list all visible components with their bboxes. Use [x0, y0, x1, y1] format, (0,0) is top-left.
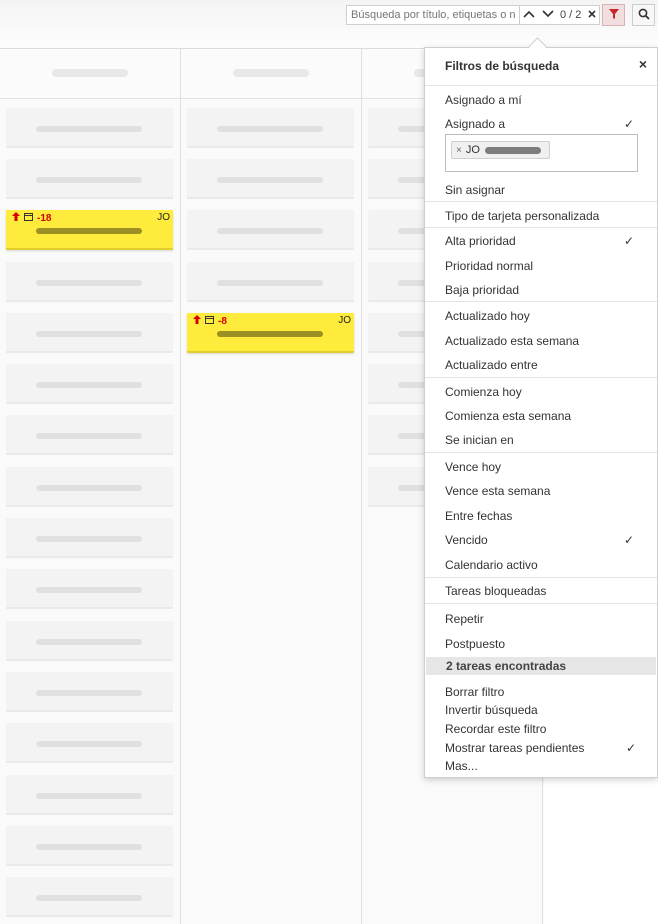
board-column: -8 JO: [181, 49, 362, 924]
filter-active-calendar[interactable]: Calendario activo: [445, 558, 538, 572]
filter-starts-today[interactable]: Comienza hoy: [445, 385, 522, 399]
filter-low-priority[interactable]: Baja prioridad: [445, 283, 519, 297]
checkmark-icon: ✓: [626, 741, 637, 755]
card-meta: -8: [193, 315, 227, 327]
divider: [425, 85, 657, 86]
task-card[interactable]: [6, 569, 173, 609]
checkmark-icon: ✓: [624, 533, 635, 547]
task-card[interactable]: [6, 415, 173, 455]
task-card[interactable]: [6, 723, 173, 763]
task-card[interactable]: [187, 108, 354, 148]
filter-starts-in[interactable]: Se inician en: [445, 433, 514, 447]
high-priority-arrow-icon: [12, 212, 20, 224]
filter-due-this-week[interactable]: Vence esta semana: [445, 484, 550, 498]
assignee-field[interactable]: × JO: [445, 134, 638, 172]
task-card[interactable]: [6, 159, 173, 199]
more-link[interactable]: Mas...: [445, 759, 478, 773]
filter-updated-between[interactable]: Actualizado entre: [445, 358, 538, 372]
checkmark-icon: ✓: [624, 234, 635, 248]
task-card-highlighted[interactable]: -18 JO: [6, 210, 173, 250]
days-overdue: -18: [37, 212, 52, 224]
column-header: [0, 49, 180, 99]
task-card[interactable]: [6, 621, 173, 661]
show-pending-tasks-toggle[interactable]: Mostrar tareas pendientes: [445, 741, 584, 755]
chip-initials: JO: [465, 144, 480, 156]
search-icon: [638, 8, 650, 23]
filter-high-priority[interactable]: Alta prioridad: [445, 234, 516, 248]
task-card[interactable]: [6, 775, 173, 815]
filter-repeat[interactable]: Repetir: [445, 612, 484, 626]
days-overdue: -8: [218, 315, 227, 327]
task-card[interactable]: [187, 210, 354, 250]
task-card[interactable]: [187, 159, 354, 199]
task-card[interactable]: [6, 262, 173, 302]
divider: [425, 577, 657, 578]
task-card-highlighted[interactable]: -8 JO: [187, 313, 354, 353]
task-card[interactable]: [6, 672, 173, 712]
filter-button[interactable]: [602, 4, 625, 26]
divider: [425, 452, 657, 453]
filter-custom-card-type[interactable]: Tipo de tarjeta personalizada: [445, 209, 599, 223]
checkmark-icon: ✓: [624, 117, 635, 131]
divider: [425, 301, 657, 302]
filter-starts-this-week[interactable]: Comienza esta semana: [445, 409, 571, 423]
task-card[interactable]: [6, 364, 173, 404]
calendar-icon: [24, 212, 33, 224]
remove-chip-icon[interactable]: ×: [456, 145, 462, 156]
found-tasks-count: 2 tareas encontradas: [426, 657, 656, 675]
filter-between-dates[interactable]: Entre fechas: [445, 509, 512, 523]
filter-unassigned[interactable]: Sin asignar: [445, 183, 505, 197]
panel-title: Filtros de búsqueda: [445, 59, 560, 73]
match-count: 0 / 2: [559, 9, 582, 21]
close-icon[interactable]: ×: [639, 56, 647, 72]
divider: [425, 201, 657, 202]
filter-updated-today[interactable]: Actualizado hoy: [445, 309, 530, 323]
high-priority-arrow-icon: [193, 315, 201, 327]
task-card[interactable]: [6, 826, 173, 866]
divider: [425, 377, 657, 378]
assignee-chip: × JO: [451, 141, 550, 159]
clear-filter-link[interactable]: Borrar filtro: [445, 685, 504, 699]
search-input[interactable]: [346, 5, 520, 25]
avatar: JO: [338, 315, 351, 326]
divider: [425, 227, 657, 228]
filter-updated-this-week[interactable]: Actualizado esta semana: [445, 334, 579, 348]
task-card[interactable]: [6, 877, 173, 917]
task-card[interactable]: [6, 108, 173, 148]
filter-assigned-to-me[interactable]: Asignado a mí: [445, 93, 522, 107]
card-meta: -18: [12, 212, 51, 224]
filter-normal-priority[interactable]: Prioridad normal: [445, 259, 533, 273]
task-card[interactable]: [6, 313, 173, 353]
task-card[interactable]: [6, 467, 173, 507]
remember-filter-link[interactable]: Recordar este filtro: [445, 722, 546, 736]
filter-assigned-to[interactable]: Asignado a: [445, 117, 505, 131]
calendar-icon: [205, 315, 214, 327]
column-header: [181, 49, 361, 99]
task-card[interactable]: [6, 518, 173, 558]
filter-blocked-tasks[interactable]: Tareas bloqueadas: [445, 584, 546, 598]
search-navigation: 0 / 2: [520, 5, 600, 25]
filter-overdue[interactable]: Vencido: [445, 533, 488, 547]
avatar: JO: [157, 212, 170, 223]
invert-search-link[interactable]: Invertir búsqueda: [445, 703, 538, 717]
close-icon[interactable]: [588, 9, 596, 21]
board-column: -18 JO: [0, 49, 181, 924]
chip-name-placeholder: [484, 146, 541, 154]
search-filters-panel: Filtros de búsqueda × Asignado a mí Asig…: [424, 47, 658, 778]
chevron-up-icon[interactable]: [523, 9, 535, 21]
filter-postponed[interactable]: Postpuesto: [445, 637, 505, 651]
filter-icon: [608, 8, 619, 22]
filter-due-today[interactable]: Vence hoy: [445, 460, 501, 474]
task-card[interactable]: [187, 262, 354, 302]
chevron-down-icon[interactable]: [542, 9, 554, 21]
divider: [425, 603, 657, 604]
search-button[interactable]: [632, 4, 655, 26]
